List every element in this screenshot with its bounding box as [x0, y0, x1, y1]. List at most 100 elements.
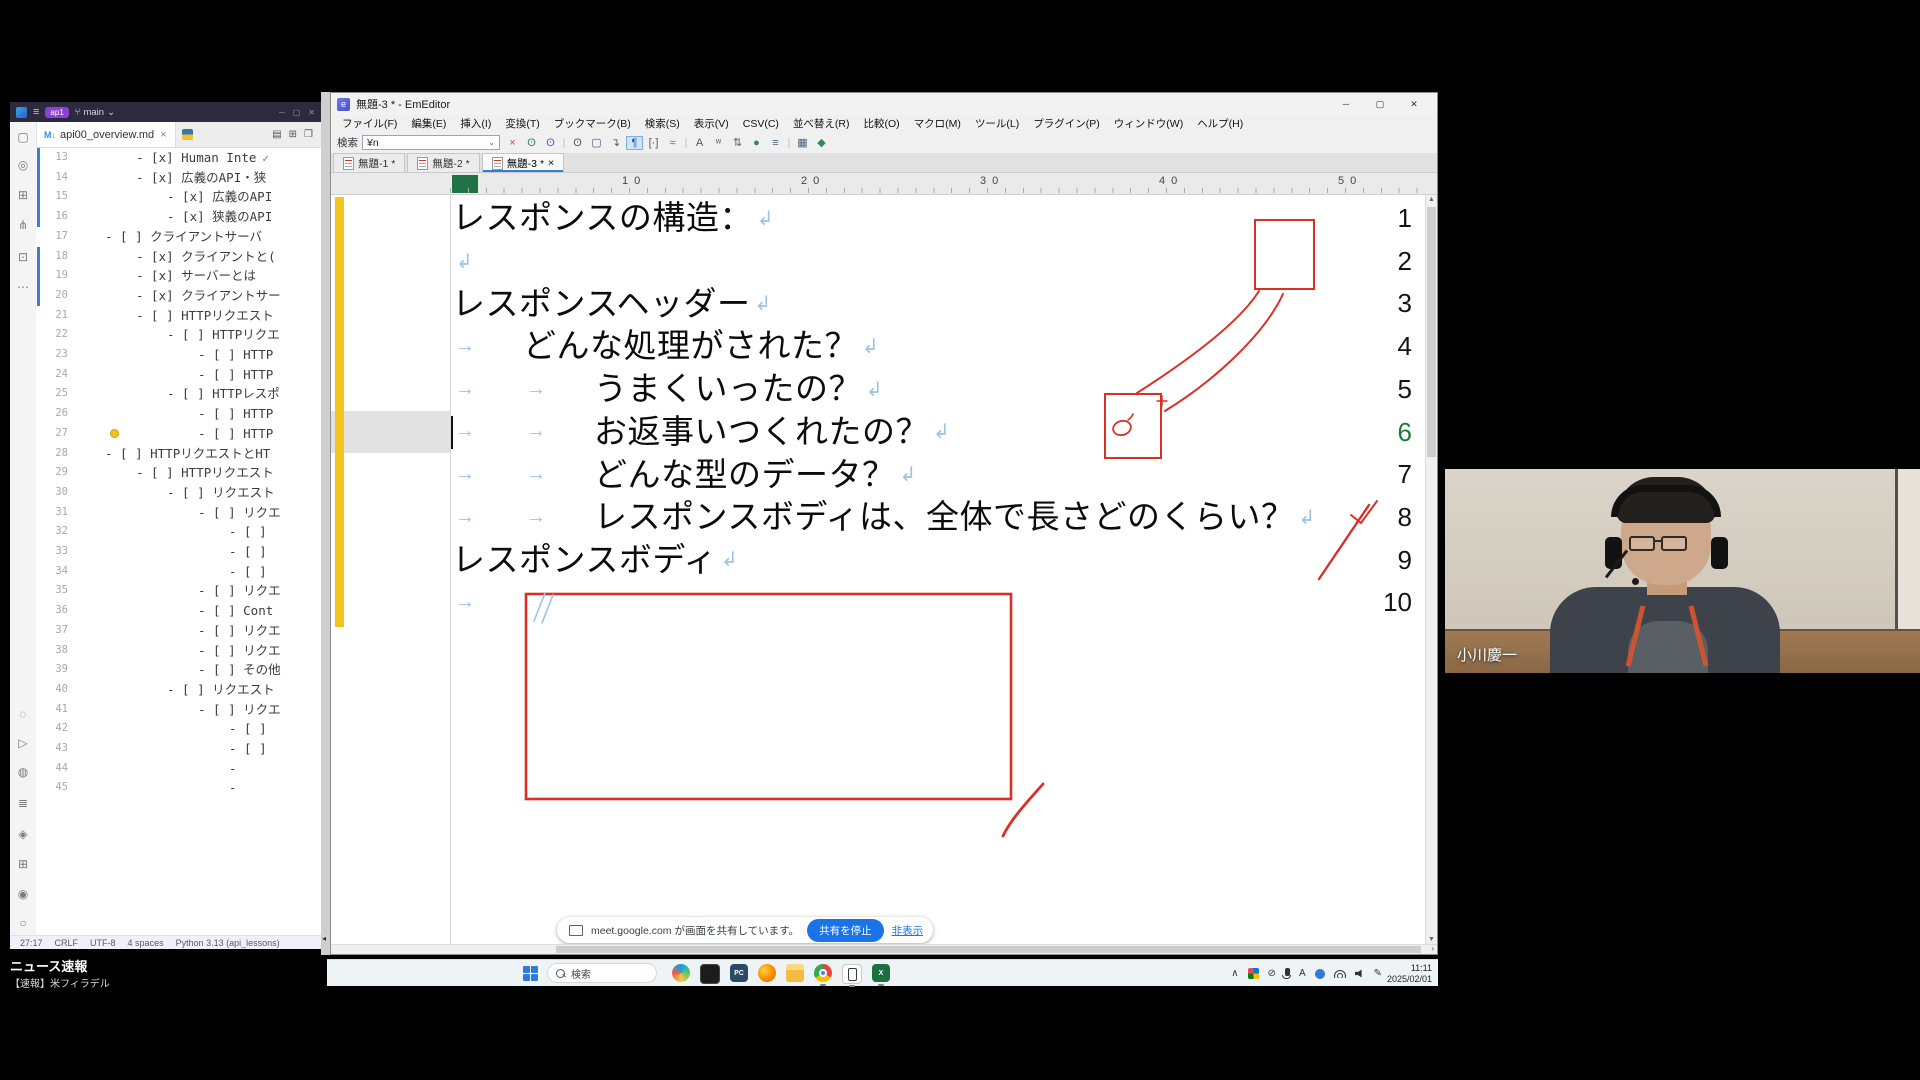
tree-row[interactable]: 39- [ ] その他 — [36, 660, 321, 680]
menu-item[interactable]: マクロ(M) — [907, 116, 968, 131]
editor-line[interactable]: 9レスポンスボディ↲ — [331, 539, 1425, 582]
widgets-icon[interactable] — [672, 964, 690, 982]
split-editor-icon[interactable]: ⊞ — [289, 129, 297, 140]
status-item[interactable]: 27:17 — [20, 938, 43, 948]
minimize-button[interactable]: ─ — [1329, 99, 1363, 110]
stop-sharing-button[interactable]: 共有を停止 — [807, 919, 884, 942]
menu-item[interactable]: 編集(E) — [404, 116, 453, 131]
document-tab[interactable]: 無題-3 *× — [482, 153, 564, 172]
tree-row[interactable]: 27- [ ] HTTP — [36, 424, 321, 444]
tree-row[interactable]: 34- [ ] — [36, 562, 321, 582]
tree-row[interactable]: 20- [x] クライアントサー — [36, 286, 321, 306]
tree-row[interactable]: 36- [ ] Cont — [36, 601, 321, 621]
clear-search-icon[interactable]: × — [504, 137, 521, 149]
grid-icon[interactable]: ⊞ — [10, 857, 36, 871]
onedrive-icon[interactable] — [1315, 969, 1325, 979]
dnd-icon[interactable]: ⊘ — [1268, 968, 1276, 979]
status-item[interactable]: 4 spaces — [128, 938, 164, 948]
tree-row[interactable]: 33- [ ] — [36, 542, 321, 562]
more-icon[interactable]: ⋯ — [10, 280, 36, 294]
chat-icon[interactable]: ◈ — [10, 827, 36, 841]
tree-row[interactable]: 28- [ ] HTTPリクエストとHT — [36, 444, 321, 464]
pen-icon[interactable]: ✎ — [1374, 968, 1382, 979]
editor-line[interactable]: 8→→レスポンスボディは、全体で長さどのくらい？↲ — [331, 496, 1425, 539]
taskbar-search[interactable]: 検索 — [547, 963, 657, 983]
outline-icon[interactable]: ▤ — [272, 129, 281, 140]
menu-item[interactable]: 変換(T) — [498, 116, 546, 131]
terminal-icon[interactable] — [700, 964, 720, 984]
tree-row[interactable]: 24- [ ] HTTP — [36, 365, 321, 385]
editor-line[interactable]: 2↲ — [331, 240, 1425, 283]
editor-line[interactable]: 5→→うまくいったの？↲ — [331, 368, 1425, 411]
globe-icon[interactable]: ◍ — [10, 765, 36, 779]
editor-line[interactable]: 10→ — [331, 581, 1425, 624]
scrollbar-thumb[interactable] — [556, 946, 1421, 953]
tree-row[interactable]: 21- [ ] HTTPリクエスト — [36, 306, 321, 326]
notebook-icon[interactable]: ❒ — [304, 129, 313, 140]
branch-indicator[interactable]: ⑂ main ⌄ — [75, 107, 115, 118]
close-button[interactable]: ✕ — [308, 108, 315, 117]
regex-icon[interactable]: ≈ — [664, 137, 681, 149]
show-returns-icon[interactable]: ¶ — [626, 136, 643, 150]
hide-banner-link[interactable]: 非表示 — [892, 923, 924, 938]
tree-row[interactable]: 19- [x] サーバーとは — [36, 266, 321, 286]
tree-row[interactable]: 32- [ ] — [36, 522, 321, 542]
tree-row[interactable]: 45- — [36, 778, 321, 798]
close-icon[interactable]: × — [160, 129, 166, 141]
whole-word-icon[interactable]: ʷ — [710, 137, 727, 149]
menu-item[interactable]: ブックマーク(B) — [547, 116, 638, 131]
sort-icon[interactable]: ⇅ — [729, 136, 746, 149]
tray-expand-icon[interactable]: ∧ — [1231, 968, 1238, 979]
mic-icon[interactable] — [1285, 968, 1290, 976]
editor-line[interactable]: 1レスポンスの構造：↲ — [331, 197, 1425, 240]
tree-row[interactable]: 16- [x] 狭義のAPI — [36, 207, 321, 227]
close-icon[interactable]: × — [548, 157, 554, 169]
tree-row[interactable]: 14- [x] 広義のAPI・狭 — [36, 168, 321, 188]
brackets-icon[interactable]: [·] — [645, 137, 662, 149]
debug-icon[interactable]: ◌ — [10, 707, 36, 721]
menu-item[interactable]: 表示(V) — [687, 116, 736, 131]
menu-item[interactable]: 検索(S) — [638, 116, 687, 131]
profile-badge[interactable]: ap1 — [45, 107, 68, 118]
menu-item[interactable]: CSV(C) — [736, 118, 786, 130]
tree-row[interactable]: 30- [ ] リクエスト — [36, 483, 321, 503]
testing-icon[interactable]: ⋔ — [10, 218, 36, 232]
tab-api00-overview[interactable]: M↓ api00_overview.md × — [36, 122, 176, 147]
wrap-icon[interactable]: ↴ — [607, 136, 624, 149]
scroll-up-icon[interactable]: ▲ — [1428, 196, 1435, 203]
explorer-icon[interactable]: ▢ — [10, 130, 36, 144]
tree-row[interactable]: 25- [ ] HTTPレスポ — [36, 384, 321, 404]
find-next-icon[interactable]: ʘ — [542, 137, 559, 149]
tree-row[interactable]: 23- [ ] HTTP — [36, 345, 321, 365]
tree-row[interactable]: 37- [ ] リクエ — [36, 621, 321, 641]
csv-grid-icon[interactable]: ▦ — [794, 136, 811, 149]
menu-item[interactable]: ファイル(F) — [335, 116, 404, 131]
teams-icon[interactable] — [1248, 968, 1259, 979]
menu-item[interactable]: 比較(O) — [857, 116, 907, 131]
menu-item[interactable]: プラグイン(P) — [1026, 116, 1107, 131]
tree-row[interactable]: 29- [ ] HTTPリクエスト — [36, 463, 321, 483]
account-icon[interactable]: ○ — [10, 916, 36, 930]
match-case-icon[interactable]: A — [691, 137, 708, 149]
layers-icon[interactable]: ≣ — [10, 796, 36, 810]
search-icon[interactable]: ◎ — [10, 158, 36, 172]
status-item[interactable]: Python 3.13 (api_lessons) — [176, 938, 280, 948]
scroll-down-icon[interactable]: ▼ — [1428, 936, 1435, 943]
pc-app-icon[interactable]: PC — [730, 964, 748, 982]
vertical-scrollbar[interactable]: ▲ ▼ — [1425, 195, 1437, 944]
status-item[interactable]: CRLF — [55, 938, 79, 948]
run-icon[interactable]: ▷ — [10, 736, 36, 750]
wifi-icon[interactable] — [1334, 970, 1346, 978]
horizontal-scrollbar[interactable]: › — [331, 944, 1437, 954]
tree-row[interactable]: 22- [ ] HTTPリクエ — [36, 325, 321, 345]
plugin-icon[interactable]: ◆ — [813, 136, 830, 149]
page-icon[interactable]: ▢ — [588, 136, 605, 149]
chevron-down-icon[interactable]: ⌄ — [488, 138, 495, 147]
tree-row[interactable]: 18- [x] クライアントと( — [36, 247, 321, 267]
markdown-outline-editor[interactable]: 13- [x] Human Inte✓14- [x] 広義のAPI・狭15- [… — [36, 148, 321, 935]
ime-a-icon[interactable]: A — [1299, 968, 1306, 979]
lightbulb-icon[interactable] — [110, 429, 119, 438]
scrollbar-thumb[interactable] — [1427, 207, 1436, 457]
phone-link-icon[interactable] — [842, 964, 862, 984]
custom-view-icon[interactable]: ⊡ — [10, 250, 36, 264]
